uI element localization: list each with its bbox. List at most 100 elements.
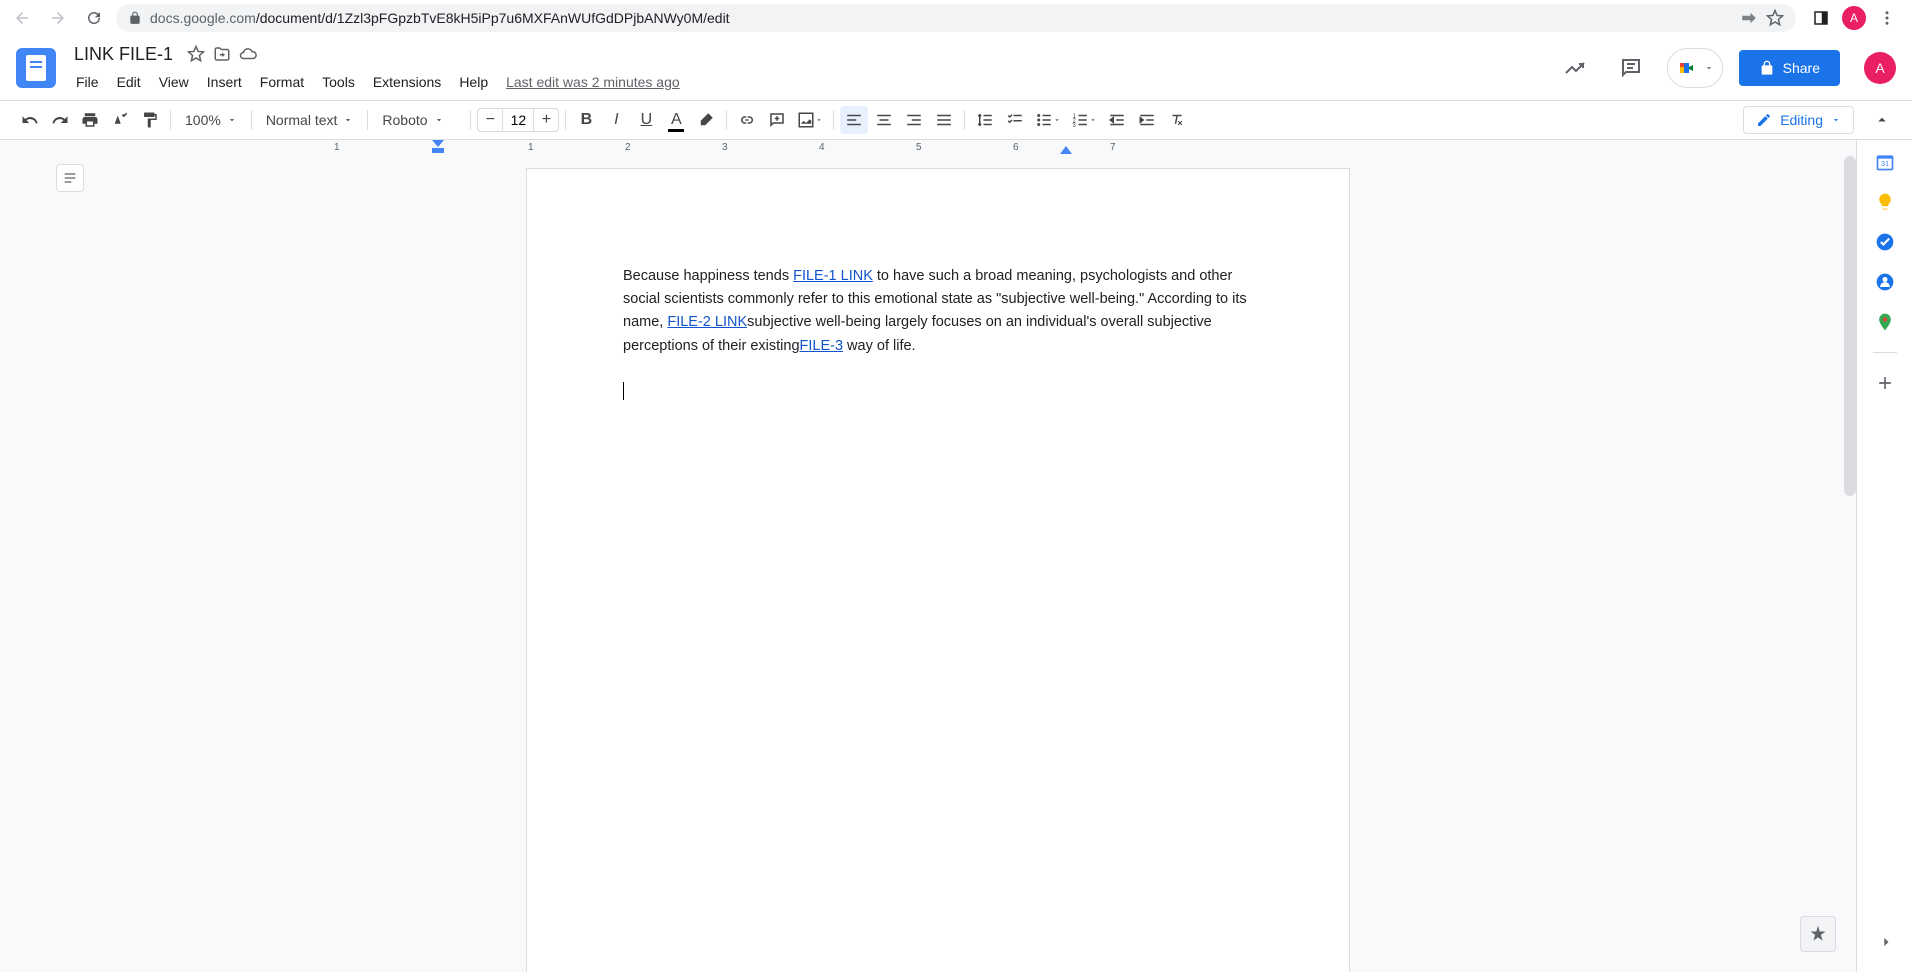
reload-button[interactable]: [80, 4, 108, 32]
browser-profile-avatar[interactable]: A: [1842, 6, 1866, 30]
scrollbar-thumb[interactable]: [1844, 156, 1856, 496]
doc-text: way of life.: [843, 338, 916, 354]
add-addon-button[interactable]: [1875, 373, 1895, 393]
bulleted-list-button[interactable]: [1031, 106, 1065, 134]
star-icon[interactable]: [187, 45, 205, 63]
meet-icon: [1676, 56, 1700, 80]
vertical-ruler: [0, 140, 20, 972]
menu-bar: File Edit View Insert Format Tools Exten…: [68, 68, 1555, 96]
increase-indent-button[interactable]: [1133, 106, 1161, 134]
address-bar[interactable]: docs.google.com/document/d/1Zzl3pFGpzbTv…: [116, 4, 1796, 32]
checklist-button[interactable]: [1001, 106, 1029, 134]
right-indent-marker[interactable]: [1060, 146, 1072, 154]
page-content[interactable]: Because happiness tends FILE-1 LINK to h…: [623, 265, 1253, 404]
contacts-app-icon[interactable]: [1875, 272, 1895, 292]
doc-link-2[interactable]: FILE-2 LINK: [667, 314, 747, 330]
decrease-indent-button[interactable]: [1103, 106, 1131, 134]
redo-button[interactable]: [46, 106, 74, 134]
align-left-button[interactable]: [840, 106, 868, 134]
document-title[interactable]: LINK FILE-1: [68, 42, 179, 67]
undo-button[interactable]: [16, 106, 44, 134]
left-indent-marker[interactable]: [432, 140, 444, 154]
zoom-select[interactable]: 100%: [177, 106, 245, 134]
formatting-toolbar: 100% Normal text Roboto − 12 + B I U A 1…: [0, 100, 1912, 140]
menu-file[interactable]: File: [68, 70, 107, 94]
document-container: 1 1 2 3 4 5 6 7 Because happiness tends …: [20, 140, 1856, 972]
cloud-status-icon[interactable]: [239, 45, 257, 63]
line-spacing-button[interactable]: [971, 106, 999, 134]
paint-format-button[interactable]: [136, 106, 164, 134]
print-button[interactable]: [76, 106, 104, 134]
comments-icon[interactable]: [1611, 48, 1651, 88]
url-host: docs.google.com/document/d/1Zzl3pFGpzbTv…: [150, 10, 730, 26]
share-url-icon[interactable]: [1740, 9, 1758, 27]
chevron-down-icon: [1704, 63, 1714, 73]
browser-menu-icon[interactable]: [1878, 9, 1896, 27]
tasks-app-icon[interactable]: [1875, 232, 1895, 252]
browser-toolbar: docs.google.com/document/d/1Zzl3pFGpzbTv…: [0, 0, 1912, 36]
menu-edit[interactable]: Edit: [109, 70, 149, 94]
add-comment-button[interactable]: [763, 106, 791, 134]
align-right-button[interactable]: [900, 106, 928, 134]
extensions-icon[interactable]: [1812, 9, 1830, 27]
menu-format[interactable]: Format: [252, 70, 312, 94]
italic-button[interactable]: I: [602, 106, 630, 134]
back-button[interactable]: [8, 4, 36, 32]
menu-tools[interactable]: Tools: [314, 70, 363, 94]
main-area: 1 1 2 3 4 5 6 7 Because happiness tends …: [0, 140, 1912, 972]
menu-help[interactable]: Help: [451, 70, 496, 94]
docs-logo[interactable]: [16, 48, 56, 88]
editing-mode-button[interactable]: Editing: [1743, 106, 1854, 134]
style-select[interactable]: Normal text: [258, 106, 362, 134]
document-scroll-area[interactable]: Because happiness tends FILE-1 LINK to h…: [20, 156, 1856, 972]
svg-text:31: 31: [1880, 159, 1888, 168]
numbered-list-button[interactable]: 123: [1067, 106, 1101, 134]
highlight-button[interactable]: [692, 106, 720, 134]
collapse-toolbar-button[interactable]: [1868, 106, 1896, 134]
last-edit-link[interactable]: Last edit was 2 minutes ago: [506, 74, 680, 90]
forward-button[interactable]: [44, 4, 72, 32]
scrollbar-track[interactable]: [1844, 156, 1856, 972]
lock-icon: [1759, 60, 1775, 76]
horizontal-ruler[interactable]: 1 1 2 3 4 5 6 7: [20, 140, 1856, 156]
align-justify-button[interactable]: [930, 106, 958, 134]
insert-image-button[interactable]: [793, 106, 827, 134]
calendar-app-icon[interactable]: 31: [1875, 152, 1895, 172]
bookmark-star-icon[interactable]: [1766, 9, 1784, 27]
share-button[interactable]: Share: [1739, 50, 1840, 86]
text-color-button[interactable]: A: [662, 106, 690, 134]
clear-formatting-button[interactable]: [1163, 106, 1191, 134]
doc-link-1[interactable]: FILE-1 LINK: [793, 268, 873, 284]
meet-button[interactable]: [1667, 48, 1723, 88]
svg-text:3: 3: [1073, 123, 1077, 129]
document-page[interactable]: Because happiness tends FILE-1 LINK to h…: [526, 168, 1350, 972]
account-avatar[interactable]: A: [1864, 52, 1896, 84]
side-panel: 31: [1856, 140, 1912, 972]
doc-text: Because happiness tends: [623, 268, 793, 284]
underline-button[interactable]: U: [632, 106, 660, 134]
menu-extensions[interactable]: Extensions: [365, 70, 449, 94]
pencil-icon: [1756, 112, 1772, 128]
font-size-value[interactable]: 12: [502, 108, 534, 132]
doc-link-3[interactable]: FILE-3: [800, 338, 844, 354]
maps-app-icon[interactable]: [1875, 312, 1895, 332]
font-size-increase[interactable]: +: [534, 108, 558, 132]
browser-right-icons: A: [1804, 6, 1904, 30]
keep-app-icon[interactable]: [1875, 192, 1895, 212]
explore-button[interactable]: [1800, 916, 1836, 952]
menu-insert[interactable]: Insert: [199, 70, 250, 94]
font-size-control: − 12 +: [477, 108, 559, 132]
spellcheck-button[interactable]: [106, 106, 134, 134]
activity-icon[interactable]: [1555, 48, 1595, 88]
lock-icon: [128, 11, 142, 25]
move-icon[interactable]: [213, 45, 231, 63]
font-select[interactable]: Roboto: [374, 106, 464, 134]
bold-button[interactable]: B: [572, 106, 600, 134]
chevron-down-icon: [1831, 115, 1841, 125]
hide-side-panel-button[interactable]: [1876, 932, 1896, 952]
align-center-button[interactable]: [870, 106, 898, 134]
insert-link-button[interactable]: [733, 106, 761, 134]
docs-header: LINK FILE-1 File Edit View Insert Format…: [0, 36, 1912, 100]
font-size-decrease[interactable]: −: [478, 108, 502, 132]
menu-view[interactable]: View: [151, 70, 197, 94]
